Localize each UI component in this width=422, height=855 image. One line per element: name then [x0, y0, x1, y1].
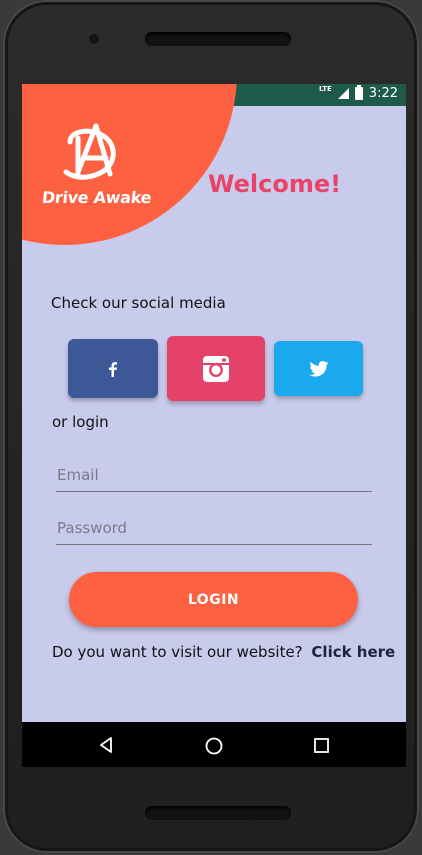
email-field[interactable] [56, 458, 372, 492]
website-prompt-row: Do you want to visit our website? Click … [52, 643, 395, 661]
signal-icon [337, 88, 349, 99]
brand-name: Drive Awake [41, 188, 153, 207]
twitter-icon [308, 360, 329, 377]
front-camera [89, 34, 99, 44]
social-media-label: Check our social media [51, 294, 226, 312]
login-button[interactable]: LOGIN [69, 572, 358, 627]
battery-icon [354, 85, 363, 100]
instagram-icon [203, 355, 229, 382]
website-prompt-text: Do you want to visit our website? [52, 643, 303, 661]
drive-awake-logo-icon [63, 123, 116, 180]
facebook-button[interactable] [68, 339, 158, 398]
facebook-icon [109, 361, 117, 377]
bottom-speaker [145, 806, 291, 820]
recents-icon[interactable] [314, 738, 329, 753]
top-speaker [145, 32, 291, 46]
android-nav-bar [22, 722, 406, 767]
or-login-label: or login [52, 413, 109, 431]
twitter-button[interactable] [274, 341, 363, 396]
network-type: LTE [318, 85, 332, 93]
password-field[interactable] [56, 511, 372, 545]
welcome-heading: Welcome! [208, 170, 342, 198]
home-icon[interactable] [205, 737, 223, 755]
status-time: 3:22 [368, 86, 398, 101]
click-here-link[interactable]: Click here [311, 643, 395, 661]
header-decoration [22, 84, 237, 245]
app-screen: LTE 3:22 Drive Awake Welcome! Check our … [22, 84, 406, 767]
instagram-button[interactable] [167, 336, 265, 401]
back-icon[interactable] [98, 737, 114, 753]
